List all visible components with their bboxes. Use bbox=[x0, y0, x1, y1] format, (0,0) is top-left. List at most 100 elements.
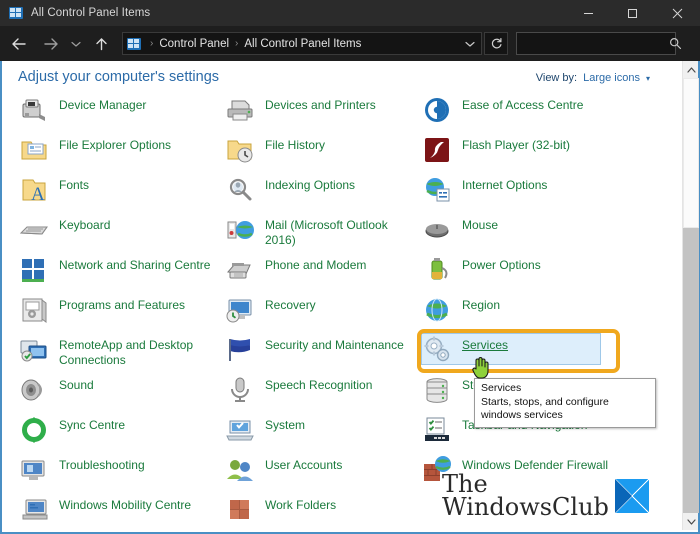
sync-centre-icon bbox=[18, 414, 50, 446]
maximize-button[interactable] bbox=[610, 0, 654, 26]
control-panel-item[interactable]: A Fonts bbox=[18, 174, 89, 214]
control-panel-item-label[interactable]: Windows Mobility Centre bbox=[59, 494, 191, 513]
control-panel-item-label[interactable]: Power Options bbox=[462, 254, 541, 273]
scrollbar-lower-track[interactable] bbox=[683, 228, 699, 513]
control-panel-item-label[interactable]: File History bbox=[265, 134, 325, 153]
control-panel-item-label[interactable]: Region bbox=[462, 294, 500, 313]
control-panel-item[interactable]: User Accounts bbox=[224, 454, 342, 494]
control-panel-item-label[interactable]: Sound bbox=[59, 374, 94, 393]
address-dropdown-chevron-down-icon[interactable] bbox=[461, 33, 479, 54]
control-panel-item-label[interactable]: Indexing Options bbox=[265, 174, 355, 193]
control-panel-item-label[interactable]: Mouse bbox=[462, 214, 498, 233]
control-panel-item-label[interactable]: Speech Recognition bbox=[265, 374, 372, 393]
control-panel-item-label[interactable]: Mail (Microsoft Outlook 2016) bbox=[265, 214, 417, 248]
watermark-text: The WindowsClub bbox=[442, 472, 609, 521]
search-icon[interactable] bbox=[669, 37, 682, 50]
breadcrumb-all-control-panel-items[interactable]: All Control Panel Items bbox=[243, 38, 362, 50]
content-header: Adjust your computer's settings View by:… bbox=[2, 61, 696, 94]
content-pane: Adjust your computer's settings View by:… bbox=[0, 61, 700, 534]
control-panel-item-label[interactable]: Recovery bbox=[265, 294, 316, 313]
address-bar[interactable]: › Control Panel › All Control Panel Item… bbox=[122, 32, 482, 55]
view-by-control[interactable]: View by: Large icons ▾ bbox=[536, 72, 650, 84]
control-panel-item-label[interactable]: Sync Centre bbox=[59, 414, 125, 433]
control-panel-item[interactable]: Keyboard bbox=[18, 214, 110, 254]
back-arrow-icon[interactable] bbox=[6, 31, 32, 57]
minimize-button[interactable] bbox=[566, 0, 610, 26]
control-panel-item-label[interactable]: Programs and Features bbox=[59, 294, 185, 313]
control-panel-item[interactable]: Services bbox=[421, 334, 508, 374]
control-panel-item[interactable]: Phone and Modem bbox=[224, 254, 366, 294]
services-icon bbox=[421, 334, 453, 366]
control-panel-item[interactable]: RemoteApp and Desktop Connections bbox=[18, 334, 211, 374]
breadcrumb-control-panel[interactable]: Control Panel bbox=[158, 38, 230, 50]
power-options-icon bbox=[421, 254, 453, 286]
control-panel-item[interactable]: Ease of Access Centre bbox=[421, 94, 583, 134]
control-panel-item[interactable]: Internet Options bbox=[421, 174, 547, 214]
scrollbar-thumb[interactable] bbox=[683, 78, 699, 228]
control-panel-item[interactable]: Security and Maintenance bbox=[224, 334, 404, 374]
close-button[interactable] bbox=[654, 0, 700, 26]
control-panel-item[interactable]: Sound bbox=[18, 374, 94, 414]
view-by-value[interactable]: Large icons bbox=[583, 72, 640, 84]
control-panel-item[interactable]: Windows Mobility Centre bbox=[18, 494, 191, 534]
control-panel-item[interactable]: Sync Centre bbox=[18, 414, 125, 454]
control-panel-item-label[interactable]: Fonts bbox=[59, 174, 89, 193]
control-panel-item-label[interactable]: User Accounts bbox=[265, 454, 342, 473]
control-panel-item[interactable]: Troubleshooting bbox=[18, 454, 145, 494]
remoteapp-icon bbox=[18, 334, 50, 366]
control-panel-item-label[interactable]: RemoteApp and Desktop Connections bbox=[59, 334, 211, 368]
view-by-chevron-down-icon[interactable]: ▾ bbox=[646, 74, 650, 83]
control-panel-item[interactable]: Region bbox=[421, 294, 500, 334]
control-panel-item-label[interactable]: Internet Options bbox=[462, 174, 547, 193]
ease-of-access-icon bbox=[421, 94, 453, 126]
vertical-scrollbar[interactable] bbox=[682, 61, 699, 530]
up-arrow-icon[interactable] bbox=[88, 31, 114, 57]
control-panel-item-label[interactable]: Work Folders bbox=[265, 494, 336, 513]
control-panel-item-label[interactable]: Network and Sharing Centre bbox=[59, 254, 210, 273]
control-panel-item[interactable]: Indexing Options bbox=[224, 174, 355, 214]
title-bar: All Control Panel Items bbox=[0, 0, 700, 26]
control-panel-item-label[interactable]: Devices and Printers bbox=[265, 94, 376, 113]
control-panel-item[interactable]: Speech Recognition bbox=[224, 374, 372, 414]
control-panel-item-label[interactable]: File Explorer Options bbox=[59, 134, 171, 153]
control-panel-item[interactable]: Mail (Microsoft Outlook 2016) bbox=[224, 214, 417, 254]
watermark-line-2: WindowsClub bbox=[442, 492, 609, 521]
control-panel-item[interactable]: Mouse bbox=[421, 214, 498, 254]
control-panel-item-label[interactable]: Phone and Modem bbox=[265, 254, 366, 273]
windows-mobility-icon bbox=[18, 494, 50, 526]
control-panel-item-label[interactable]: Keyboard bbox=[59, 214, 110, 233]
search-input[interactable] bbox=[523, 36, 669, 51]
breadcrumb-separator: › bbox=[235, 37, 239, 49]
file-explorer-options-icon bbox=[18, 134, 50, 166]
internet-options-icon bbox=[421, 174, 453, 206]
forward-arrow-icon[interactable] bbox=[38, 31, 64, 57]
taskbar-navigation-icon bbox=[421, 414, 453, 446]
control-panel-item-label[interactable]: System bbox=[265, 414, 305, 433]
control-panel-item[interactable]: File History bbox=[224, 134, 325, 174]
control-panel-item[interactable]: Devices and Printers bbox=[224, 94, 376, 134]
watermark-logo: The WindowsClub bbox=[442, 472, 649, 521]
programs-features-icon bbox=[18, 294, 50, 326]
control-panel-item[interactable]: Device Manager bbox=[18, 94, 146, 134]
control-panel-item[interactable]: Power Options bbox=[421, 254, 541, 294]
control-panel-item[interactable]: Work Folders bbox=[224, 494, 336, 534]
control-panel-item[interactable]: Recovery bbox=[224, 294, 316, 334]
control-panel-item[interactable]: System bbox=[224, 414, 305, 454]
control-panel-item[interactable]: Network and Sharing Centre bbox=[18, 254, 210, 294]
system-icon bbox=[224, 414, 256, 446]
control-panel-item-label[interactable]: Ease of Access Centre bbox=[462, 94, 583, 113]
search-box[interactable] bbox=[516, 32, 682, 55]
control-panel-item-label[interactable]: Device Manager bbox=[59, 94, 146, 113]
tooltip-description: Starts, stops, and configure windows ser… bbox=[481, 395, 609, 422]
control-panel-item[interactable]: Flash Player (32-bit) bbox=[421, 134, 570, 174]
control-panel-item[interactable]: Programs and Features bbox=[18, 294, 185, 334]
scrollbar-up-arrow-icon[interactable] bbox=[683, 61, 699, 78]
control-panel-item[interactable]: File Explorer Options bbox=[18, 134, 171, 174]
refresh-icon[interactable] bbox=[484, 32, 508, 55]
control-panel-item-label[interactable]: Troubleshooting bbox=[59, 454, 145, 473]
scrollbar-down-arrow-icon[interactable] bbox=[683, 513, 699, 530]
control-panel-item-label[interactable]: Flash Player (32-bit) bbox=[462, 134, 570, 153]
control-panel-item-label[interactable]: Services bbox=[462, 334, 508, 353]
control-panel-item-label[interactable]: Security and Maintenance bbox=[265, 334, 404, 353]
recent-pages-chevron-down-icon[interactable] bbox=[67, 31, 85, 57]
